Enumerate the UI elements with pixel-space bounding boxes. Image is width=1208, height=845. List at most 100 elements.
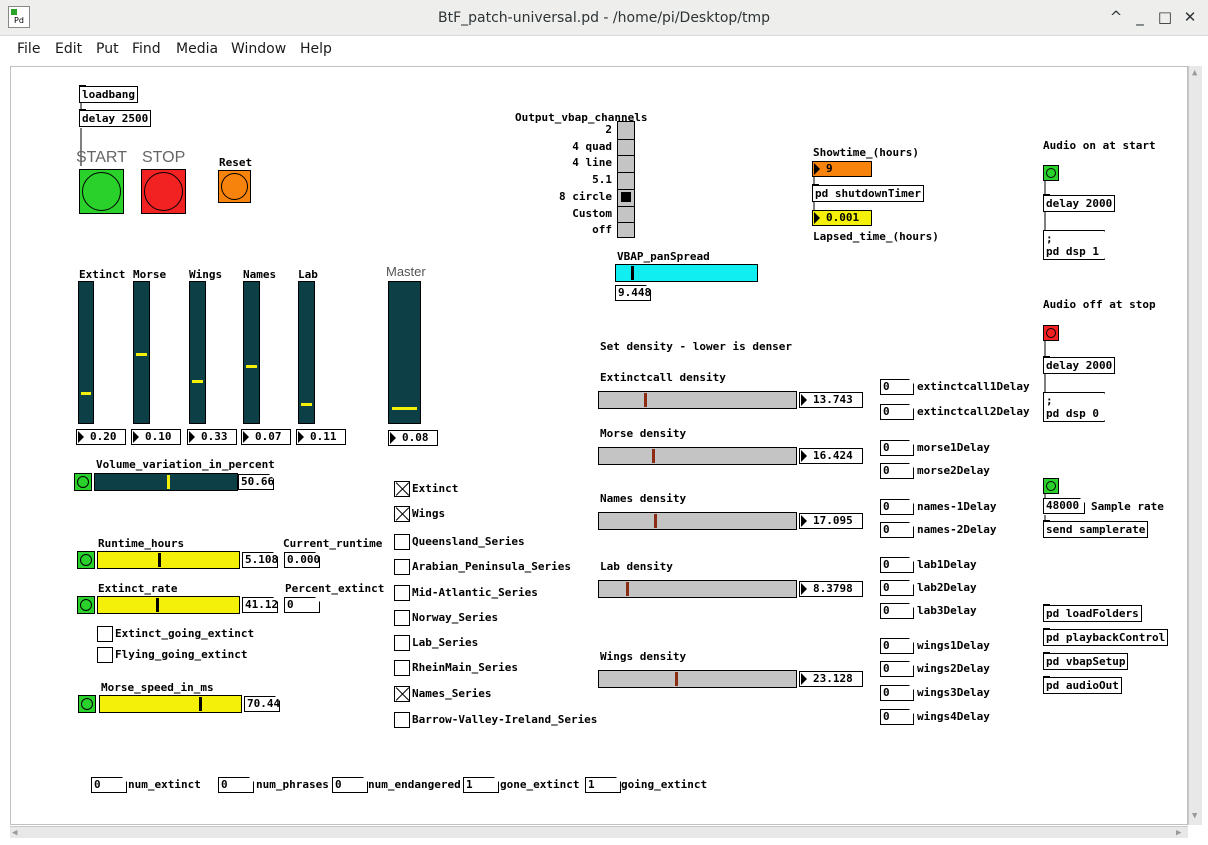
delay-number-lab2delay[interactable]: 0 <box>880 580 914 596</box>
loadbang-object[interactable]: loadbang <box>79 85 138 103</box>
sample-rate-bang[interactable] <box>1043 478 1059 494</box>
morse-speed-bang[interactable] <box>78 695 96 713</box>
delay-number-extinctcall1delay[interactable]: 0 <box>880 379 914 395</box>
density-slider[interactable] <box>598 512 797 530</box>
morse-speed-number[interactable]: 70.44 <box>244 696 280 712</box>
audio-off-bang[interactable] <box>1043 325 1059 341</box>
extinct-volume-number[interactable]: 0.20 <box>76 429 126 445</box>
density-slider[interactable] <box>598 447 797 465</box>
delay-label: names-1Delay <box>917 500 997 513</box>
delay-number-wings4delay[interactable]: 0 <box>880 709 914 725</box>
delay-number-wings1delay[interactable]: 0 <box>880 638 914 654</box>
series-toggle-names-series[interactable] <box>394 686 410 702</box>
volume-variation-slider[interactable] <box>94 473 238 491</box>
series-label-queensland-series: Queensland_Series <box>412 535 525 548</box>
master-volume-slider[interactable] <box>388 281 421 424</box>
radio-divider <box>618 172 634 174</box>
names-volume-number[interactable]: 0.07 <box>241 429 291 445</box>
delay-number-names-1delay[interactable]: 0 <box>880 499 914 515</box>
vbap-setup-subpatch[interactable]: pd vbapSetup <box>1043 652 1129 670</box>
series-label-arabian-peninsula-series: Arabian_Peninsula_Series <box>412 560 571 573</box>
load-folders-subpatch[interactable]: pd loadFolders <box>1043 604 1142 622</box>
wings-volume-slider[interactable] <box>189 281 206 424</box>
current-runtime-number[interactable]: 0.000 <box>284 552 320 568</box>
audio-on-delay-object[interactable]: delay 2000 <box>1043 194 1116 212</box>
density-number[interactable]: 23.128 <box>799 671 863 687</box>
names-volume-slider[interactable] <box>243 281 260 424</box>
delay-number-names-2delay[interactable]: 0 <box>880 522 914 538</box>
extinct-rate-bang[interactable] <box>77 596 95 614</box>
send-samplerate-object[interactable]: send samplerate <box>1043 520 1149 538</box>
series-toggle-barrow-valley-ireland-series[interactable] <box>394 712 410 728</box>
lapsed-time-number[interactable]: 0.001 <box>812 210 872 226</box>
lapsed-time-label: Lapsed_time_(hours) <box>813 230 939 243</box>
delay-number-extinctcall2delay[interactable]: 0 <box>880 404 914 420</box>
density-number[interactable]: 17.095 <box>799 513 863 529</box>
radio-divider <box>618 188 634 190</box>
counter-number-num-phrases[interactable]: 0 <box>218 777 254 793</box>
series-toggle-mid-atlantic-series[interactable] <box>394 585 410 601</box>
audio-off-delay-object[interactable]: delay 2000 <box>1043 356 1116 374</box>
extinct-going-extinct-toggle[interactable] <box>97 626 113 642</box>
counter-number-going-extinct[interactable]: 1 <box>585 777 621 793</box>
showtime-number[interactable]: 9 <box>812 161 872 177</box>
morse-speed-slider[interactable] <box>99 695 242 713</box>
delay-2500-object[interactable]: delay 2500 <box>79 109 152 127</box>
morse-volume-slider[interactable] <box>133 281 150 424</box>
density-number[interactable]: 13.743 <box>799 392 863 408</box>
runtime-hours-number[interactable]: 5.108 <box>242 552 278 568</box>
flying-going-extinct-toggle[interactable] <box>97 647 113 663</box>
density-slider[interactable] <box>598 580 797 598</box>
runtime-hours-slider[interactable] <box>97 551 240 569</box>
delay-number-wings2delay[interactable]: 0 <box>880 661 914 677</box>
delay-number-lab3delay[interactable]: 0 <box>880 603 914 619</box>
series-toggle-rheinmain-series[interactable] <box>394 660 410 676</box>
volume-variation-bang[interactable] <box>74 473 92 491</box>
vbap-channels-radio[interactable] <box>617 121 635 238</box>
lab-volume-slider[interactable] <box>298 281 315 424</box>
counter-number-num-endangered[interactable]: 0 <box>332 777 368 793</box>
master-volume-number[interactable]: 0.08 <box>388 430 438 446</box>
vbap-spread-number[interactable]: 9.448 <box>615 285 651 301</box>
series-toggle-arabian-peninsula-series[interactable] <box>394 559 410 575</box>
dsp-off-message[interactable]: ; pd dsp 0 <box>1043 392 1105 422</box>
counter-number-gone-extinct[interactable]: 1 <box>463 777 499 793</box>
playback-control-subpatch[interactable]: pd playbackControl <box>1043 628 1169 646</box>
slider-handle <box>81 392 91 395</box>
dsp-on-message[interactable]: ; pd dsp 1 <box>1043 230 1105 260</box>
start-bang[interactable] <box>79 169 124 214</box>
counter-number-num-extinct[interactable]: 0 <box>91 777 127 793</box>
delay-label: lab1Delay <box>917 558 977 571</box>
runtime-bang[interactable] <box>77 551 95 569</box>
series-toggle-wings[interactable] <box>394 506 410 522</box>
delay-number-morse1delay[interactable]: 0 <box>880 440 914 456</box>
counter-label: num_endangered <box>368 778 461 791</box>
volume-variation-number[interactable]: 50.66 <box>238 474 274 490</box>
delay-number-morse2delay[interactable]: 0 <box>880 463 914 479</box>
vbap-spread-slider[interactable] <box>615 264 758 282</box>
wings-volume-number[interactable]: 0.33 <box>187 429 237 445</box>
percent-extinct-number[interactable]: 0 <box>284 597 320 613</box>
density-number[interactable]: 8.3798 <box>799 581 863 597</box>
stop-bang[interactable] <box>141 169 186 214</box>
radio-divider <box>618 138 634 140</box>
series-toggle-lab-series[interactable] <box>394 635 410 651</box>
delay-number-lab1delay[interactable]: 0 <box>880 557 914 573</box>
lab-volume-number[interactable]: 0.11 <box>296 429 346 445</box>
density-slider[interactable] <box>598 670 797 688</box>
series-toggle-queensland-series[interactable] <box>394 534 410 550</box>
extinct-rate-number[interactable]: 41.12 <box>242 597 278 613</box>
morse-volume-number[interactable]: 0.10 <box>131 429 181 445</box>
audio-on-bang[interactable] <box>1043 165 1059 181</box>
audio-out-subpatch[interactable]: pd audioOut <box>1043 676 1122 694</box>
extinct-rate-slider[interactable] <box>97 596 240 614</box>
extinct-volume-slider[interactable] <box>78 281 94 424</box>
density-slider[interactable] <box>598 391 797 409</box>
series-toggle-extinct[interactable] <box>394 481 410 497</box>
reset-bang[interactable] <box>218 170 251 203</box>
sample-rate-number[interactable]: 48000 <box>1043 498 1085 514</box>
density-number[interactable]: 16.424 <box>799 448 863 464</box>
series-toggle-norway-series[interactable] <box>394 610 410 626</box>
delay-number-wings3delay[interactable]: 0 <box>880 685 914 701</box>
shutdown-timer-object[interactable]: pd shutdownTimer <box>812 184 924 202</box>
